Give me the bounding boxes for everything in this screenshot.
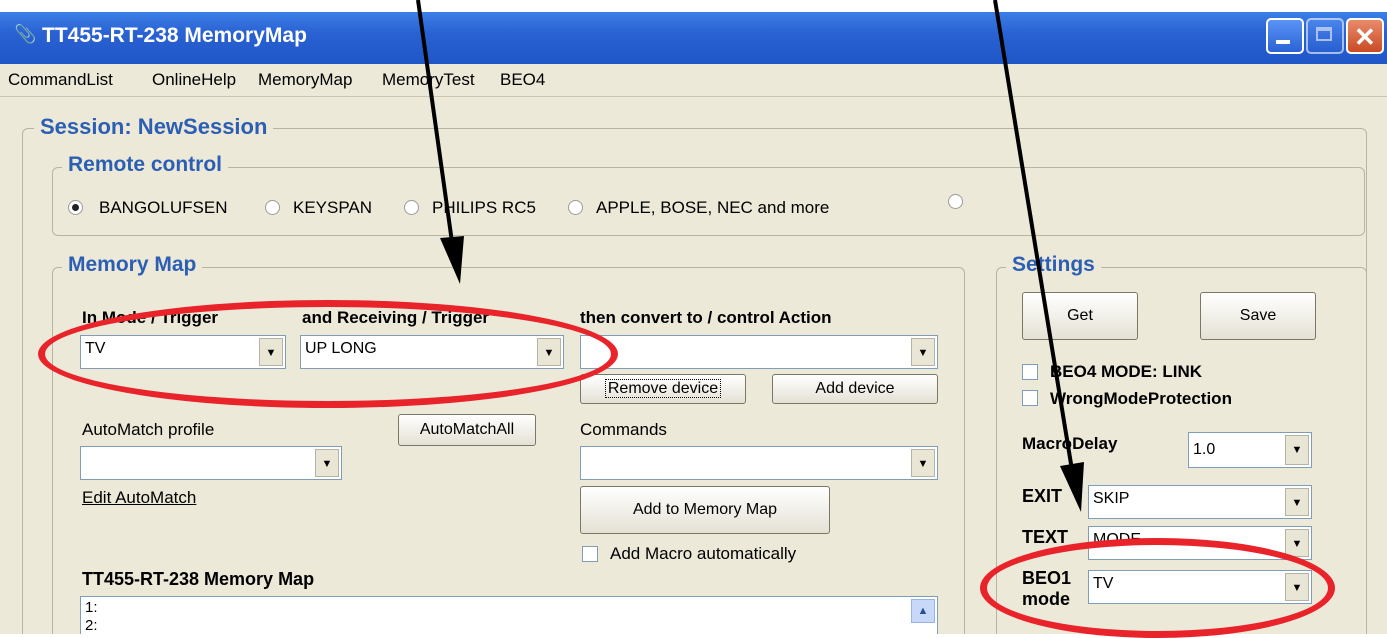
- annotation-arrow-line-left: [416, 0, 454, 243]
- annotation-arrows: [416, 0, 1084, 512]
- annotation-arrowhead-left: [440, 236, 464, 284]
- annotation-arrowhead-right: [1060, 462, 1084, 512]
- annotation-arrow-line-right: [993, 0, 1074, 471]
